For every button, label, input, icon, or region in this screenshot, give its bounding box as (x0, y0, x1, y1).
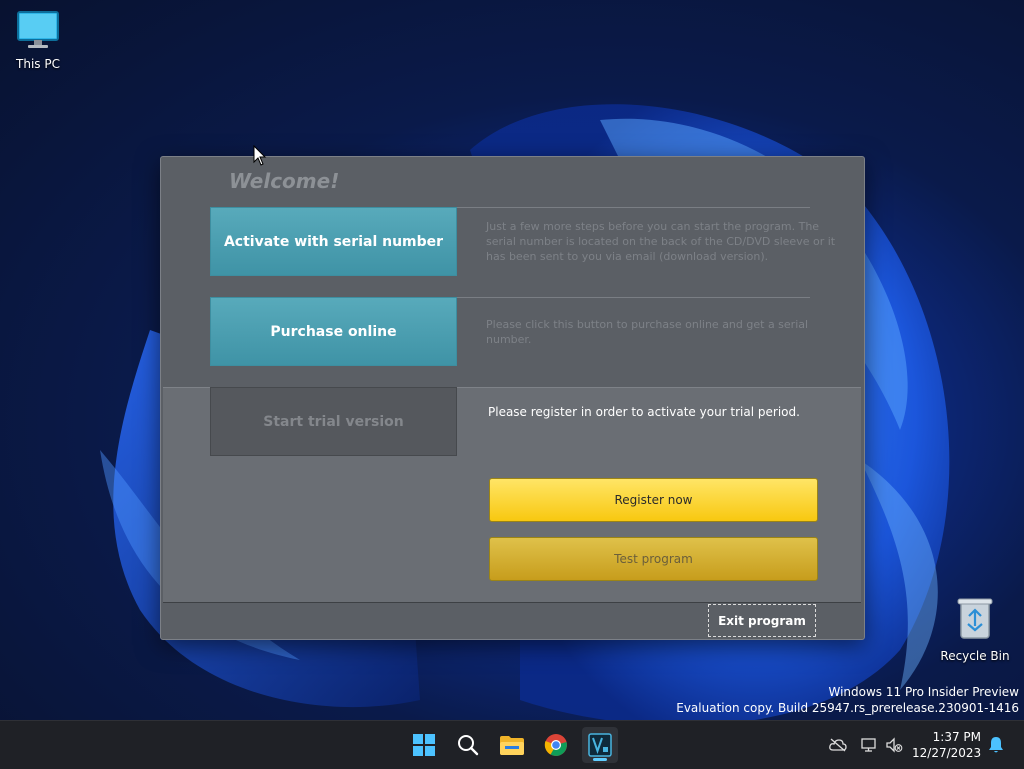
test-program-button[interactable]: Test program (489, 537, 818, 581)
activate-description: Just a few more steps before you can sta… (486, 220, 836, 263)
search-button[interactable] (450, 727, 486, 763)
watermark-line-2: Evaluation copy. Build 25947.rs_prerelea… (676, 701, 1019, 715)
clock-time: 1:37 PM (932, 730, 981, 744)
taskbar-clock[interactable]: 1:37 PM 12/27/2023 (912, 729, 981, 761)
mouse-cursor-icon (253, 145, 267, 166)
onedrive-tray[interactable] (827, 734, 849, 756)
activate-serial-button[interactable]: Activate with serial number (210, 207, 457, 276)
recycle-bin-icon (939, 596, 1011, 645)
start-button[interactable] (406, 727, 442, 763)
notifications-tray[interactable] (985, 734, 1007, 756)
active-indicator (593, 758, 607, 761)
desktop-icon-recycle-bin[interactable]: Recycle Bin (939, 596, 1011, 663)
file-explorer-icon (500, 736, 524, 755)
exit-program-button[interactable]: Exit program (708, 604, 816, 637)
monitor-icon (2, 10, 74, 53)
desktop-icon-label: This PC (16, 57, 60, 71)
vegas-app-button[interactable] (582, 727, 618, 763)
cloud-off-icon (829, 738, 847, 752)
network-icon (861, 738, 876, 752)
file-explorer-button[interactable] (494, 727, 530, 763)
windows-watermark: Windows 11 Pro Insider Preview Evaluatio… (676, 684, 1019, 716)
clock-date: 12/27/2023 (912, 746, 982, 760)
start-icon (413, 734, 435, 756)
vegas-app-icon (588, 733, 612, 757)
trial-info-text: Please register in order to activate you… (488, 405, 800, 419)
purchase-online-button[interactable]: Purchase online (210, 297, 457, 366)
volume-tray[interactable] (883, 734, 905, 756)
search-icon (458, 735, 479, 756)
volume-muted-icon (886, 737, 903, 753)
welcome-heading: Welcome! (229, 169, 340, 193)
watermark-line-1: Windows 11 Pro Insider Preview (828, 685, 1019, 699)
desktop-icon-label: Recycle Bin (940, 649, 1010, 663)
desktop-icon-this-pc[interactable]: This PC (2, 10, 74, 71)
purchase-description: Please click this button to purchase onl… (486, 318, 809, 346)
taskbar: 1:37 PM 12/27/2023 (0, 720, 1024, 769)
chrome-icon (544, 734, 567, 756)
register-now-button[interactable]: Register now (489, 478, 818, 522)
network-tray[interactable] (858, 734, 880, 756)
activation-dialog: Welcome! Activate with serial number Jus… (160, 156, 865, 640)
chrome-button[interactable] (538, 727, 574, 763)
bell-icon (989, 737, 1003, 753)
start-trial-button[interactable]: Start trial version (210, 387, 457, 456)
